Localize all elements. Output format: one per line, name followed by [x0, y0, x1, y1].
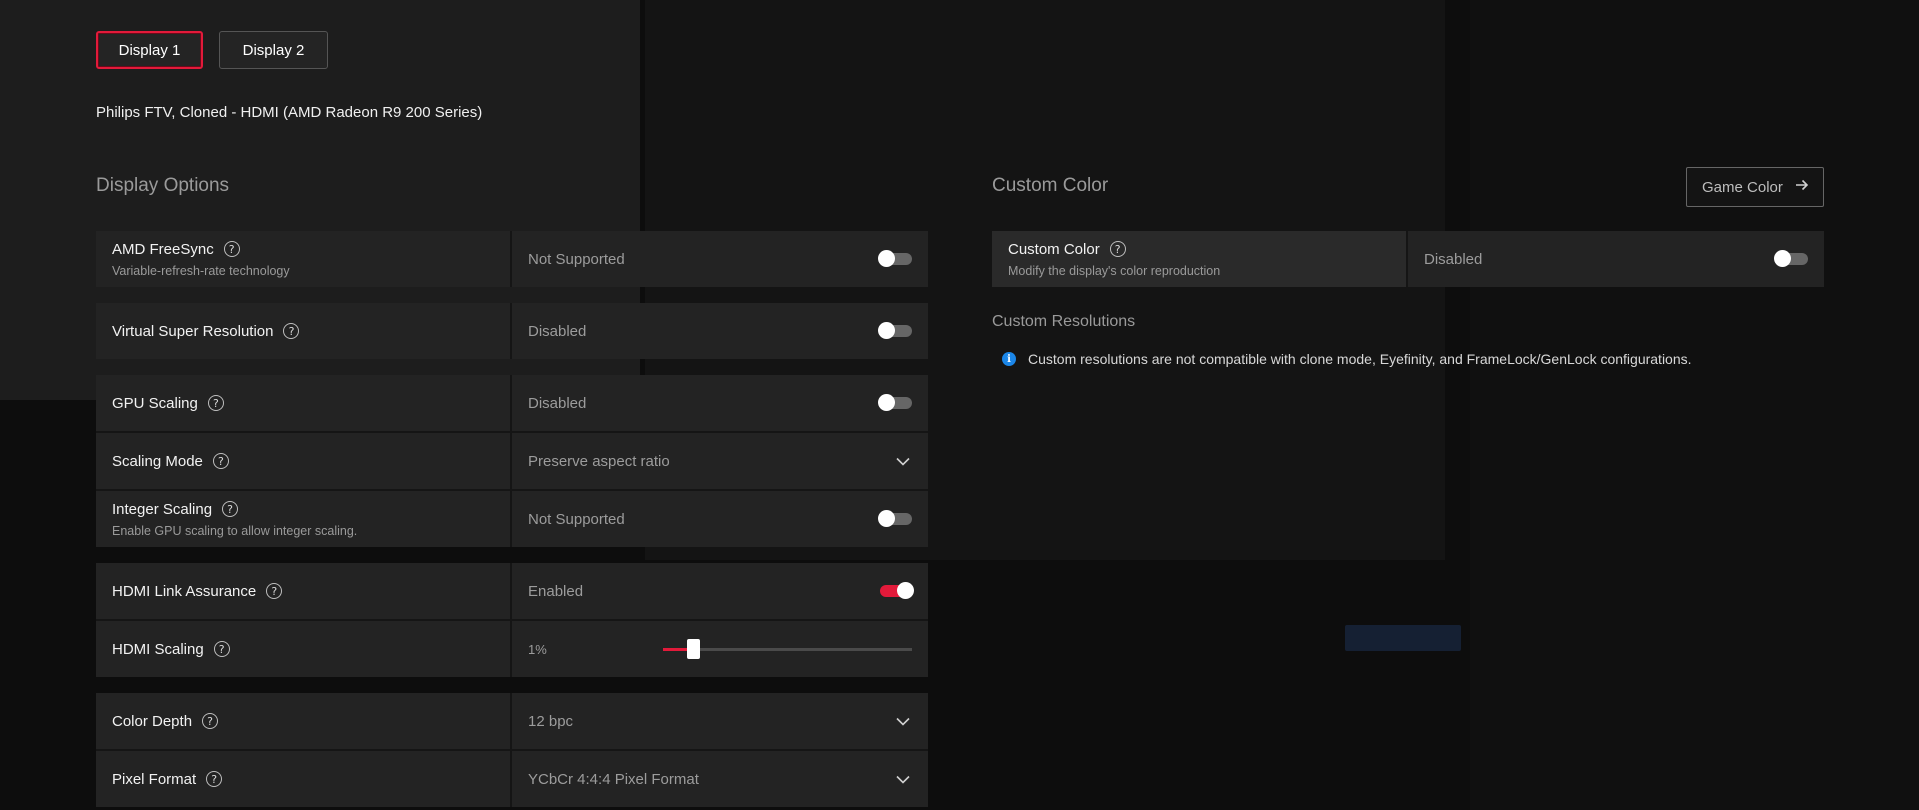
- hdmi-scaling-label: HDMI Scaling: [112, 640, 204, 658]
- vsr-label: Virtual Super Resolution: [112, 322, 274, 340]
- info-icon: i: [1002, 352, 1016, 366]
- custom-color-description: Modify the display's color reproduction: [1008, 263, 1221, 278]
- help-icon[interactable]: ?: [283, 323, 300, 339]
- display-info: Philips FTV, Cloned - HDMI (AMD Radeon R…: [96, 104, 483, 121]
- pixel-format-label: Pixel Format: [112, 770, 197, 788]
- chevron-down-icon[interactable]: [894, 712, 912, 730]
- help-icon[interactable]: ?: [266, 583, 283, 599]
- slider-fill: [663, 648, 688, 651]
- help-icon[interactable]: ?: [206, 771, 223, 787]
- custom-color-row: Custom Color? Modify the display's color…: [992, 231, 1824, 287]
- arrow-right-icon: [1795, 178, 1809, 196]
- game-color-label: Game Color: [1702, 178, 1783, 196]
- gpu-scaling-toggle[interactable]: [878, 394, 912, 411]
- pixel-format-value: YCbCr 4:4:4 Pixel Format: [528, 770, 699, 788]
- custom-resolutions-heading: Custom Resolutions: [992, 313, 1136, 330]
- freesync-row: AMD FreeSync? Variable-refresh-rate tech…: [96, 231, 928, 287]
- color-depth-row[interactable]: Color Depth? 12 bpc: [96, 693, 928, 749]
- help-icon[interactable]: ?: [202, 713, 219, 729]
- custom-resolutions-info-text: Custom resolutions are not compatible wi…: [1028, 351, 1692, 367]
- freesync-value: Not Supported: [528, 250, 625, 268]
- help-icon[interactable]: ?: [1109, 241, 1126, 257]
- pixel-format-row[interactable]: Pixel Format? YCbCr 4:4:4 Pixel Format: [96, 751, 928, 807]
- hdmi-link-toggle[interactable]: [880, 582, 914, 599]
- chevron-down-icon[interactable]: [894, 452, 912, 470]
- scaling-mode-value: Preserve aspect ratio: [528, 452, 670, 470]
- freesync-description: Variable-refresh-rate technology: [112, 263, 290, 278]
- custom-color-value: Disabled: [1424, 250, 1483, 268]
- hdmi-link-row: HDMI Link Assurance? Enabled: [96, 563, 928, 619]
- hdmi-link-label: HDMI Link Assurance: [112, 582, 257, 600]
- hdmi-link-value: Enabled: [528, 582, 584, 600]
- integer-scaling-value: Not Supported: [528, 510, 625, 528]
- custom-color-label: Custom Color: [1008, 240, 1100, 258]
- background-button: [1345, 625, 1461, 651]
- scaling-mode-label: Scaling Mode: [112, 452, 203, 470]
- color-depth-value: 12 bpc: [528, 712, 574, 730]
- color-depth-label: Color Depth: [112, 712, 193, 730]
- help-icon[interactable]: ?: [222, 501, 239, 517]
- help-icon[interactable]: ?: [213, 641, 230, 657]
- freesync-toggle[interactable]: [878, 250, 912, 267]
- integer-scaling-toggle[interactable]: [878, 510, 912, 527]
- gpu-scaling-label: GPU Scaling: [112, 394, 198, 412]
- scaling-mode-row[interactable]: Scaling Mode? Preserve aspect ratio: [96, 433, 928, 489]
- integer-scaling-row: Integer Scaling? Enable GPU scaling to a…: [96, 491, 928, 547]
- gpu-scaling-row: GPU Scaling? Disabled: [96, 375, 928, 431]
- integer-scaling-label: Integer Scaling: [112, 500, 213, 518]
- help-icon[interactable]: ?: [212, 453, 229, 469]
- custom-resolutions-info: i Custom resolutions are not compatible …: [1002, 351, 1692, 367]
- vsr-toggle[interactable]: [878, 322, 912, 339]
- custom-color-toggle[interactable]: [1774, 250, 1808, 267]
- hdmi-scaling-slider[interactable]: [663, 639, 912, 659]
- custom-color-heading: Custom Color: [992, 175, 1109, 196]
- background-window: [1470, 0, 1919, 810]
- chevron-down-icon[interactable]: [894, 770, 912, 788]
- help-icon[interactable]: ?: [223, 241, 240, 257]
- freesync-label: AMD FreeSync: [112, 240, 214, 258]
- display-options-heading: Display Options: [96, 175, 230, 196]
- integer-scaling-description: Enable GPU scaling to allow integer scal…: [112, 523, 358, 538]
- help-icon[interactable]: ?: [207, 395, 224, 411]
- gpu-scaling-value: Disabled: [528, 394, 587, 412]
- tab-display-1[interactable]: Display 1: [96, 31, 203, 69]
- vsr-row: Virtual Super Resolution? Disabled: [96, 303, 928, 359]
- slider-thumb[interactable]: [687, 639, 700, 659]
- hdmi-scaling-value: 1%: [528, 641, 547, 657]
- game-color-button[interactable]: Game Color: [1686, 167, 1824, 207]
- vsr-value: Disabled: [528, 322, 587, 340]
- tab-display-2[interactable]: Display 2: [219, 31, 328, 69]
